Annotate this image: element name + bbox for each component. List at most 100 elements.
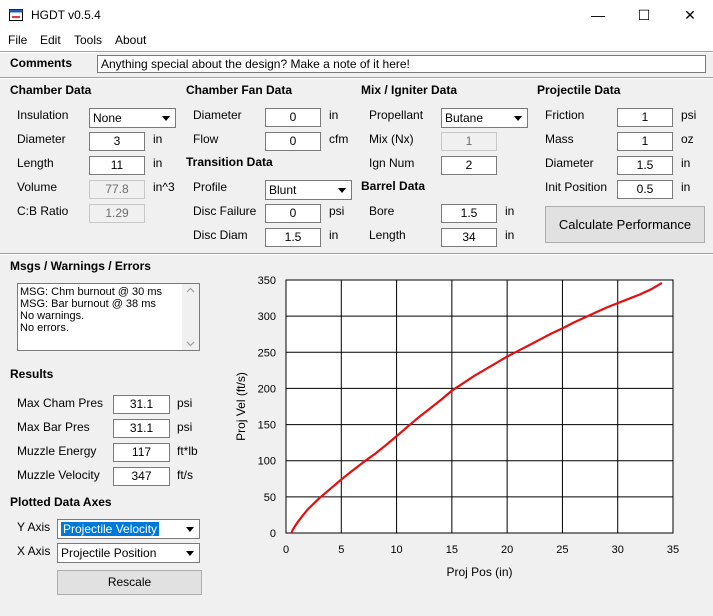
chamber-length-unit: in (153, 156, 163, 170)
profile-label: Profile (193, 180, 228, 194)
barrel-length-unit: in (505, 228, 515, 242)
close-button[interactable]: ✕ (667, 0, 713, 31)
disc-failure-label: Disc Failure (193, 204, 257, 218)
msgs-header: Msgs / Warnings / Errors (10, 259, 151, 273)
x-tick-label: 10 (390, 544, 402, 556)
app-icon (9, 9, 23, 21)
scroll-arrows-icon (186, 287, 195, 347)
rescale-button[interactable]: Rescale (57, 570, 202, 595)
fan-flow-input[interactable]: 0 (265, 132, 321, 151)
muzzle-energy-label: Muzzle Energy (17, 444, 97, 458)
propellant-select[interactable]: Butane (441, 108, 528, 128)
comments-input[interactable]: Anything special about the design? Make … (97, 55, 706, 73)
fan-diameter-input[interactable]: 0 (265, 108, 321, 127)
friction-unit: psi (681, 108, 697, 122)
barrel-length-input[interactable]: 34 (441, 228, 497, 247)
divider (0, 51, 713, 53)
chamber-length-label: Length (17, 156, 54, 170)
plot-area (286, 280, 673, 533)
menu-about[interactable]: About (115, 33, 146, 47)
y-tick-label: 250 (258, 347, 276, 359)
velocity-position-chart: 0 5 10 15 20 25 30 35050100150200250300350Proj … (234, 275, 679, 579)
y-axis-label: Y Axis (17, 520, 51, 534)
ign-num-input[interactable]: 2 (441, 156, 497, 175)
init-position-input[interactable]: 0.5 (617, 180, 673, 199)
x-tick-label: 0 (283, 544, 289, 556)
msgs-listbox[interactable]: MSG: Chm burnout @ 30 ms MSG: Bar burnou… (17, 283, 200, 351)
disc-diam-input[interactable]: 1.5 (265, 228, 321, 247)
cb-ratio-label: C:B Ratio (17, 204, 69, 218)
chamber-diameter-label: Diameter (17, 132, 66, 146)
y-tick-label: 100 (258, 456, 276, 468)
list-item: No errors. (20, 322, 69, 334)
y-tick-label: 350 (258, 275, 276, 287)
calculate-performance-button[interactable]: Calculate Performance (545, 206, 705, 243)
y-tick-label: 300 (258, 311, 276, 323)
y-axis-select[interactable]: Projectile Velocity (57, 519, 200, 539)
max-bar-pres-unit: psi (177, 420, 193, 434)
x-tick-label: 30 (612, 544, 624, 556)
friction-input[interactable]: 1 (617, 108, 673, 127)
results-header: Results (10, 367, 54, 381)
chevron-down-icon (334, 182, 350, 198)
mix-header: Mix / Igniter Data (361, 83, 458, 97)
y-tick-label: 50 (264, 492, 276, 504)
window-title: HGDT v0.5.4 (31, 8, 101, 22)
fan-diameter-unit: in (329, 108, 339, 122)
chamber-length-input[interactable]: 11 (89, 156, 145, 175)
chevron-down-icon (182, 521, 198, 537)
maximize-icon: ☐ (637, 7, 651, 23)
comments-label: Comments (10, 56, 73, 70)
fan-diameter-label: Diameter (193, 108, 242, 122)
y-tick-label: 200 (258, 383, 276, 395)
list-item: MSG: Chm burnout @ 30 ms (20, 286, 162, 298)
friction-label: Friction (545, 108, 585, 122)
profile-select[interactable]: Blunt (265, 180, 352, 200)
minimize-icon: — (591, 7, 605, 23)
chamber-diameter-unit: in (153, 132, 163, 146)
chevron-down-icon (510, 110, 526, 126)
chevron-down-icon (158, 110, 174, 126)
x-tick-label: 20 (501, 544, 513, 556)
max-bar-pres-value: 31.1 (113, 419, 170, 438)
msgs-scrollbar[interactable] (182, 284, 199, 350)
muzzle-velocity-value: 347 (113, 467, 170, 486)
x-axis-select[interactable]: Projectile Position (57, 543, 200, 563)
volume-unit: in^3 (153, 180, 175, 194)
mass-label: Mass (545, 132, 574, 146)
chevron-down-icon (182, 545, 198, 561)
bore-label: Bore (369, 204, 395, 218)
mass-input[interactable]: 1 (617, 132, 673, 151)
proj-diameter-input[interactable]: 1.5 (617, 156, 673, 175)
bore-input[interactable]: 1.5 (441, 204, 497, 223)
muzzle-energy-value: 117 (113, 443, 170, 462)
mix-value: 1 (441, 132, 497, 151)
disc-diam-label: Disc Diam (193, 228, 248, 242)
minimize-button[interactable]: — (575, 0, 621, 31)
muzzle-velocity-unit: ft/s (177, 468, 194, 482)
maximize-button[interactable]: ☐ (621, 0, 667, 31)
menu-tools[interactable]: Tools (74, 33, 102, 47)
proj-diameter-unit: in (681, 156, 691, 170)
max-cham-pres-unit: psi (177, 396, 193, 410)
list-item: No warnings. (20, 310, 85, 322)
fan-flow-label: Flow (193, 132, 219, 146)
chamber-diameter-input[interactable]: 3 (89, 132, 145, 151)
disc-failure-input[interactable]: 0 (265, 204, 321, 223)
list-item: MSG: Bar burnout @ 38 ms (20, 298, 156, 310)
menu-file[interactable]: File (8, 33, 27, 47)
x-axis-label: X Axis (17, 544, 51, 558)
muzzle-velocity-label: Muzzle Velocity (17, 468, 100, 482)
cb-ratio-value: 1.29 (89, 204, 145, 223)
max-cham-pres-value: 31.1 (113, 395, 170, 414)
menu-bar (0, 31, 713, 51)
barrel-length-label: Length (369, 228, 406, 242)
menu-edit[interactable]: Edit (40, 33, 61, 47)
disc-diam-unit: in (329, 228, 339, 242)
x-axis-title: Proj Pos (in) (446, 565, 512, 579)
init-position-unit: in (681, 180, 691, 194)
insulation-select[interactable]: None (89, 108, 176, 128)
x-tick-label: 25 (556, 544, 568, 556)
y-tick-label: 150 (258, 420, 276, 432)
propellant-label: Propellant (369, 108, 424, 122)
